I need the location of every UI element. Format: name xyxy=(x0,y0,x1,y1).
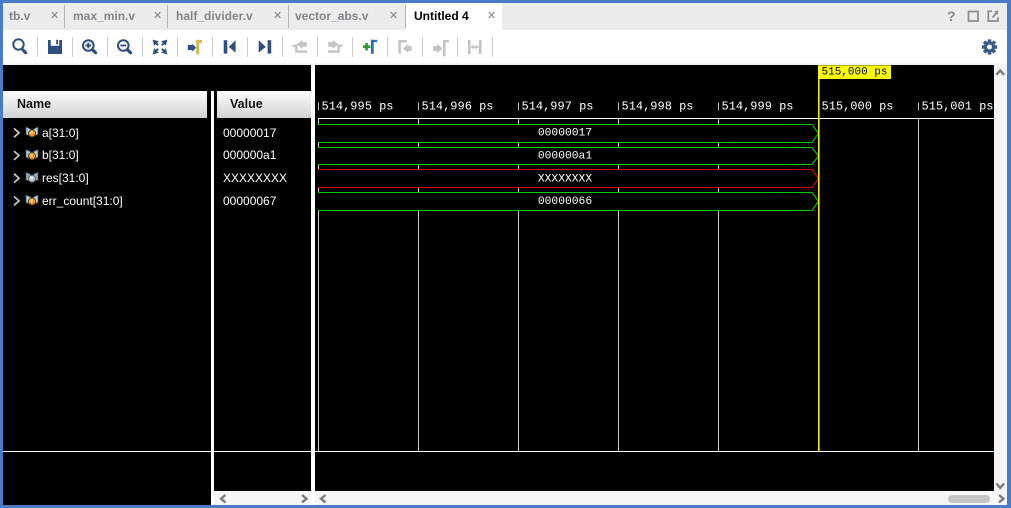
svg-text:514,999 ps: 514,999 ps xyxy=(722,100,794,114)
svg-text:514,997 ps: 514,997 ps xyxy=(522,100,594,114)
svg-text:00000066: 00000066 xyxy=(538,196,592,208)
svg-text:000000a1: 000000a1 xyxy=(538,151,592,163)
svg-text:00000017: 00000017 xyxy=(538,128,592,140)
svg-text:515,000 ps: 515,000 ps xyxy=(822,100,894,114)
svg-text:515,001 ps: 515,001 ps xyxy=(922,100,994,114)
svg-text:514,996 ps: 514,996 ps xyxy=(422,100,494,114)
svg-text:514,995 ps: 514,995 ps xyxy=(322,100,394,114)
svg-text:514,998 ps: 514,998 ps xyxy=(622,100,694,114)
svg-text:515,000 ps: 515,000 ps xyxy=(822,67,888,79)
svg-text:XXXXXXXX: XXXXXXXX xyxy=(538,173,592,185)
